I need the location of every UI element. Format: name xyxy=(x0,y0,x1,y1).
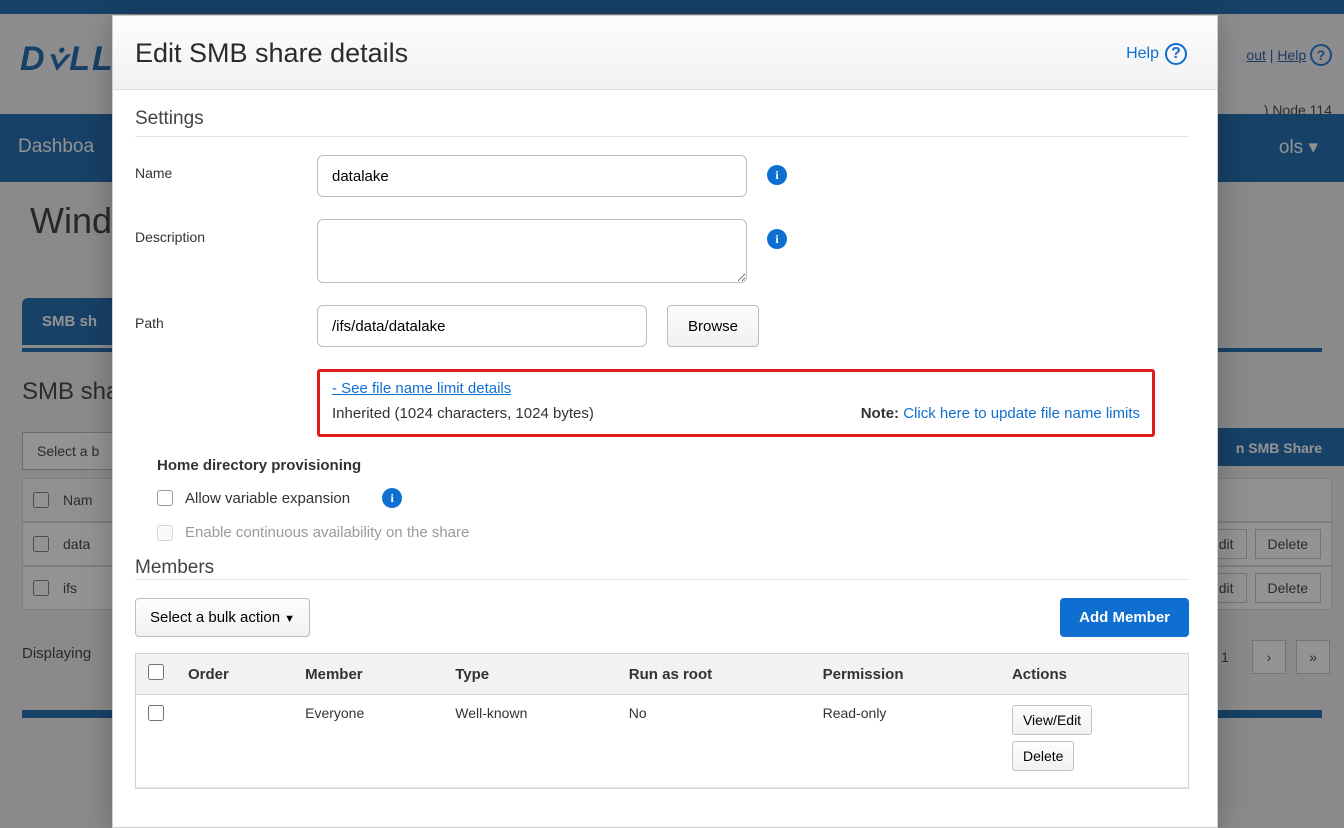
update-file-name-limits-link[interactable]: Click here to update file name limits xyxy=(903,405,1140,422)
home-directory-heading: Home directory provisioning xyxy=(157,457,1189,474)
edit-smb-share-modal: Edit SMB share details Help ? Settings N… xyxy=(112,15,1218,828)
modal-title: Edit SMB share details xyxy=(135,38,408,69)
chevron-down-icon: ▼ xyxy=(284,613,295,625)
modal-help-link[interactable]: Help ? xyxy=(1126,43,1187,65)
member-view-edit-button[interactable]: View/Edit xyxy=(1012,705,1092,735)
name-input[interactable] xyxy=(317,155,747,197)
member-delete-button[interactable]: Delete xyxy=(1012,741,1074,771)
members-table: Order Member Type Run as root Permission… xyxy=(135,653,1189,789)
description-input[interactable] xyxy=(317,219,747,283)
form-row-path: Path Browse xyxy=(135,305,1189,347)
description-label: Description xyxy=(135,219,297,245)
member-row-checkbox[interactable] xyxy=(148,705,164,721)
members-toolbar: Select a bulk action▼ Add Member xyxy=(135,598,1189,637)
path-input[interactable] xyxy=(317,305,647,347)
th-permission: Permission xyxy=(811,654,1000,695)
path-label: Path xyxy=(135,305,297,331)
cell-run-as-root: No xyxy=(617,695,811,788)
member-row: Everyone Well-known No Read-only View/Ed… xyxy=(136,695,1188,788)
divider xyxy=(135,136,1189,137)
th-type: Type xyxy=(443,654,617,695)
file-name-limits-callout: - See file name limit details Inherited … xyxy=(317,369,1155,437)
form-row-name: Name i xyxy=(135,155,1189,197)
cell-type: Well-known xyxy=(443,695,617,788)
form-row-description: Description i xyxy=(135,219,1189,283)
members-heading: Members xyxy=(135,557,1189,579)
help-icon: ? xyxy=(1165,43,1187,65)
name-label: Name xyxy=(135,155,297,181)
settings-heading: Settings xyxy=(135,108,1189,130)
members-header-row: Order Member Type Run as root Permission… xyxy=(136,654,1188,695)
enable-continuous-availability-label: Enable continuous availability on the sh… xyxy=(185,524,469,541)
browse-button[interactable]: Browse xyxy=(667,305,759,347)
info-icon[interactable]: i xyxy=(767,229,787,249)
info-icon[interactable]: i xyxy=(382,488,402,508)
th-order: Order xyxy=(176,654,293,695)
cell-actions: View/Edit Delete xyxy=(1000,695,1188,788)
enable-continuous-availability-checkbox xyxy=(157,525,173,541)
cell-permission: Read-only xyxy=(811,695,1000,788)
divider xyxy=(135,579,1189,580)
inherited-limits-text: Inherited (1024 characters, 1024 bytes) xyxy=(332,405,594,422)
allow-variable-expansion-checkbox[interactable] xyxy=(157,490,173,506)
note-label: Note: xyxy=(861,405,899,422)
cell-order xyxy=(176,695,293,788)
members-select-all-checkbox[interactable] xyxy=(148,664,164,680)
members-bulk-action-button[interactable]: Select a bulk action▼ xyxy=(135,598,310,637)
see-file-name-limits-link[interactable]: - See file name limit details xyxy=(332,380,511,397)
info-icon[interactable]: i xyxy=(767,165,787,185)
th-run-as-root: Run as root xyxy=(617,654,811,695)
modal-header: Edit SMB share details Help ? xyxy=(113,16,1217,90)
th-actions: Actions xyxy=(1000,654,1188,695)
add-member-button[interactable]: Add Member xyxy=(1060,598,1189,637)
allow-variable-expansion-label: Allow variable expansion xyxy=(185,490,350,507)
th-member: Member xyxy=(293,654,443,695)
modal-body: Settings Name i Description i Path Brows… xyxy=(113,90,1217,789)
cell-member: Everyone xyxy=(293,695,443,788)
